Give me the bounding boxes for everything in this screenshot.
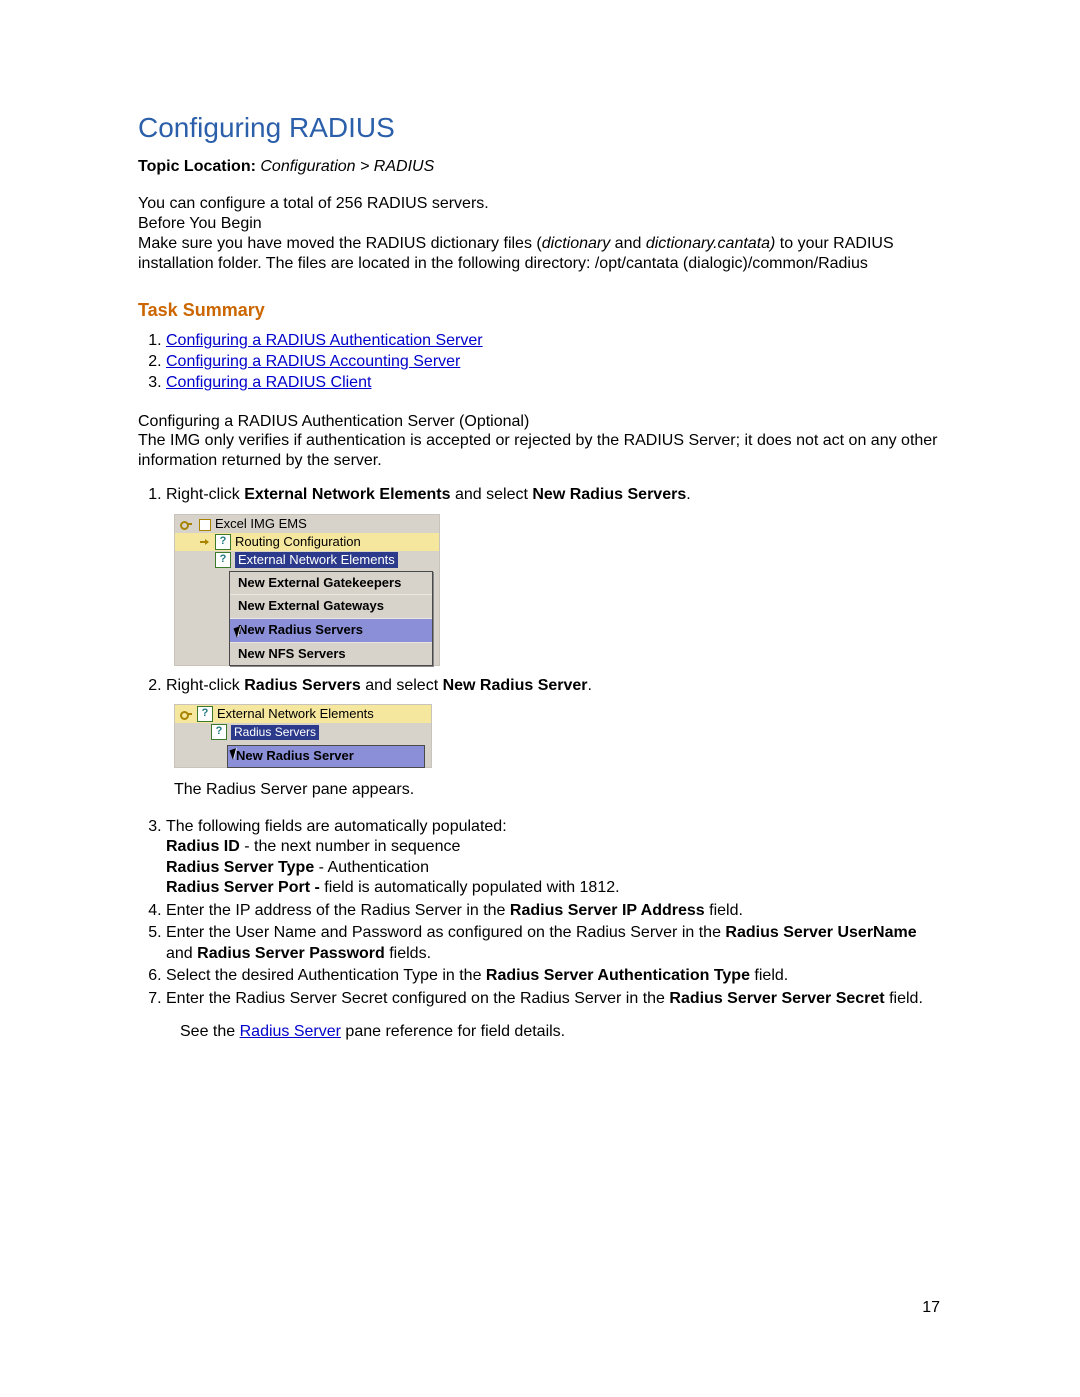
text: - the next number in sequence <box>240 838 461 855</box>
task-summary-list: Configuring a RADIUS Authentication Serv… <box>166 331 938 393</box>
expand-icon <box>197 535 211 549</box>
step-4: Enter the IP address of the Radius Serve… <box>166 901 938 921</box>
list-item: Configuring a RADIUS Accounting Server <box>166 352 938 373</box>
menu-item[interactable]: New NFS Servers <box>230 642 432 666</box>
link-radius-client[interactable]: Configuring a RADIUS Client <box>166 374 371 391</box>
text: and select <box>451 486 533 503</box>
intro-pre: Make sure you have moved the RADIUS dict… <box>138 235 542 252</box>
text: Enter the User Name and Password as conf… <box>166 924 725 941</box>
intro-it1: dictionary <box>542 235 610 252</box>
link-acct-server[interactable]: Configuring a RADIUS Accounting Server <box>166 353 460 370</box>
screenshot-2: ? External Network Elements ? Radius Ser… <box>174 704 938 768</box>
steps-list: Right-click External Network Elements an… <box>166 485 938 1009</box>
intro-line1: You can configure a total of 256 RADIUS … <box>138 195 489 212</box>
text-bold: Radius Server Type <box>166 859 314 876</box>
intro-it2: dictionary.cantata) <box>646 235 776 252</box>
question-icon: ? <box>211 724 227 740</box>
tree-root-label: Excel IMG EMS <box>215 516 307 533</box>
text: Select the desired Authentication Type i… <box>166 967 486 984</box>
see-reference: See the Radius Server pane reference for… <box>180 1023 938 1041</box>
intro-line2: Before You Begin <box>138 215 262 232</box>
key-icon <box>179 707 193 721</box>
text: and select <box>361 677 443 694</box>
text: field. <box>750 967 788 984</box>
text: fields. <box>385 945 431 962</box>
tree-row-root: Excel IMG EMS <box>175 515 439 533</box>
text-bold: Radius Server Password <box>197 945 385 962</box>
text: field is automatically populated with 18… <box>324 879 619 896</box>
text: field. <box>885 990 923 1007</box>
text: Right-click <box>166 486 244 503</box>
screenshot-2-caption: The Radius Server pane appears. <box>174 780 938 800</box>
tree-panel-2: ? External Network Elements ? Radius Ser… <box>174 704 432 768</box>
text-bold: Radius Server Server Secret <box>669 990 884 1007</box>
text-bold: Radius ID <box>166 838 240 855</box>
intro-paragraph: You can configure a total of 256 RADIUS … <box>138 194 938 274</box>
text-bold: Radius Server UserName <box>725 924 916 941</box>
text: and <box>166 945 197 962</box>
question-icon: ? <box>215 552 231 568</box>
page-number: 17 <box>922 1299 940 1317</box>
text: Enter the IP address of the Radius Serve… <box>166 902 510 919</box>
menu-item[interactable]: New External Gateways <box>230 594 432 618</box>
step-1: Right-click External Network Elements an… <box>166 485 938 665</box>
tree-row-routing: ? Routing Configuration <box>175 533 439 551</box>
tree-node-selected: Radius Servers <box>231 725 319 740</box>
question-icon: ? <box>215 534 231 550</box>
topic-path: Configuration > RADIUS <box>260 158 434 175</box>
tree-panel: Excel IMG EMS ? Routing Configuration ? … <box>174 514 440 666</box>
text-bold: Radius Server IP Address <box>510 902 705 919</box>
link-radius-server-pane[interactable]: Radius Server <box>240 1023 341 1040</box>
text-bold: Radius Server Authentication Type <box>486 967 750 984</box>
text: - Authentication <box>314 859 429 876</box>
text-bold: Radius Server Port - <box>166 879 324 896</box>
step-5: Enter the User Name and Password as conf… <box>166 923 938 964</box>
tree-root-label: External Network Elements <box>217 706 374 723</box>
menu-item-selected[interactable]: New Radius Server <box>228 746 424 767</box>
text: field. <box>705 902 743 919</box>
text: . <box>686 486 690 503</box>
section-a-body: The IMG only verifies if authentication … <box>138 431 938 471</box>
link-auth-server[interactable]: Configuring a RADIUS Authentication Serv… <box>166 332 483 349</box>
step-6: Select the desired Authentication Type i… <box>166 966 938 986</box>
list-item: Configuring a RADIUS Authentication Serv… <box>166 331 938 352</box>
step-7: Enter the Radius Server Secret configure… <box>166 989 938 1009</box>
menu-item[interactable]: New External Gatekeepers <box>230 572 432 595</box>
tree-node-label: Routing Configuration <box>235 534 361 551</box>
context-menu-2: New Radius Server <box>227 745 425 768</box>
topic-location: Topic Location: Configuration > RADIUS <box>138 158 938 176</box>
text-bold: New Radius Server <box>443 677 588 694</box>
context-menu: New External Gatekeepers New External Ga… <box>229 571 433 667</box>
text: See the <box>180 1023 240 1040</box>
text: pane reference for field details. <box>341 1023 565 1040</box>
text: . <box>588 677 592 694</box>
tree-node-selected: External Network Elements <box>235 552 398 569</box>
menu-item-selected[interactable]: New Radius Servers <box>230 618 432 642</box>
text-bold: New Radius Servers <box>532 486 686 503</box>
list-item: Configuring a RADIUS Client <box>166 373 938 394</box>
task-summary-heading: Task Summary <box>138 300 938 321</box>
step-2: Right-click Radius Servers and select Ne… <box>166 676 938 801</box>
text-bold: External Network Elements <box>244 486 450 503</box>
text: Enter the Radius Server Secret configure… <box>166 990 669 1007</box>
topic-label: Topic Location: <box>138 158 256 175</box>
question-icon: ? <box>197 706 213 722</box>
step-3: The following fields are automatically p… <box>166 817 938 899</box>
text: The following fields are automatically p… <box>166 818 507 835</box>
section-a-heading: Configuring a RADIUS Authentication Serv… <box>138 413 938 431</box>
screenshot-1: Excel IMG EMS ? Routing Configuration ? … <box>174 514 938 666</box>
tree-row-root: ? External Network Elements <box>175 705 431 723</box>
text-bold: Radius Servers <box>244 677 361 694</box>
tree-icon <box>197 517 211 531</box>
tree-row-ext: ? External Network Elements <box>175 551 439 569</box>
page-title: Configuring RADIUS <box>138 112 938 144</box>
text: Right-click <box>166 677 244 694</box>
key-icon <box>179 517 193 531</box>
intro-mid: and <box>610 235 646 252</box>
tree-row-sel: ? Radius Servers <box>175 723 431 741</box>
